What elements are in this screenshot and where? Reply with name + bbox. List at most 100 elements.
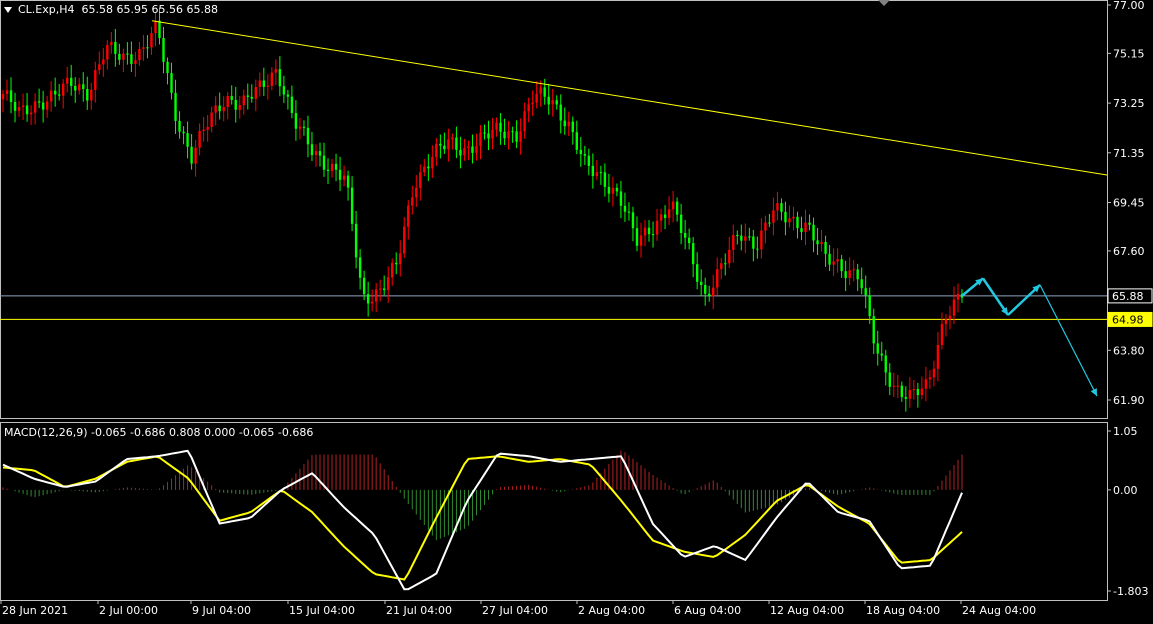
candle-body (1, 93, 5, 100)
dropdown-triangle-icon[interactable] (4, 7, 12, 13)
candle-body (342, 175, 346, 180)
candle-body (74, 85, 77, 91)
ohlc-values: 65.58 65.95 65.56 65.88 (81, 3, 218, 16)
candle-body (784, 211, 787, 223)
candle-body (358, 257, 362, 278)
candle-body (142, 47, 145, 49)
candle-body (174, 92, 177, 121)
candle-body (90, 89, 93, 101)
candle-body (780, 203, 783, 212)
candle-body (916, 389, 920, 396)
candle-body (439, 143, 442, 146)
candle-body (154, 20, 157, 34)
price-tick-label: 75.15 (1113, 47, 1145, 60)
candle-body (29, 112, 33, 115)
candle-body (17, 106, 21, 111)
candle-body (57, 94, 61, 96)
candle-body (294, 113, 298, 129)
candle-body (278, 69, 282, 87)
candle-body (222, 106, 225, 112)
candle-body (302, 126, 306, 128)
candle-body (768, 222, 771, 224)
candle-body (691, 243, 695, 265)
candle-body (130, 54, 133, 64)
price-tick-label: 69.45 (1113, 197, 1145, 210)
candle-body (728, 249, 731, 264)
candle-body (370, 301, 374, 304)
candle-body (760, 230, 763, 250)
candle-body (350, 187, 354, 224)
candle-body (491, 129, 494, 139)
candle-body (800, 228, 803, 233)
time-tick-label: 18 Aug 04:00 (866, 604, 940, 617)
candle-body (286, 94, 290, 97)
candle-body (306, 127, 310, 145)
candle-body (338, 169, 342, 180)
candle-body (254, 86, 257, 99)
candle-body (623, 205, 627, 212)
time-tick-label: 28 Jun 2021 (2, 604, 68, 617)
candle-body (599, 172, 603, 174)
candle-body (511, 131, 514, 133)
candle-body (832, 261, 835, 265)
candle-body (495, 122, 498, 130)
candle-body (607, 186, 611, 194)
candle-body (70, 77, 73, 86)
candle-body (25, 105, 29, 115)
candle-body (362, 277, 366, 295)
candle-body (635, 228, 639, 246)
time-tick-label: 24 Aug 04:00 (962, 604, 1036, 617)
price-tick-label: 63.80 (1113, 344, 1145, 357)
candle-body (647, 227, 651, 235)
trendline (151, 20, 1108, 176)
chart-window[interactable]: 77.00 75.15 73.25 71.35 69.45 67.60 63.80 61.90… (0, 0, 1153, 620)
candle-body (936, 344, 940, 369)
candle-body (595, 172, 599, 176)
candle-body (804, 222, 807, 233)
candle-body (150, 33, 153, 48)
candle-body (840, 259, 843, 272)
candle-body (322, 155, 326, 170)
candle-body (732, 235, 735, 250)
candle-body (427, 166, 430, 169)
candle-body (382, 288, 386, 290)
candle-body (186, 133, 189, 147)
candle-body (836, 259, 839, 262)
candle-body (796, 216, 799, 229)
candle-body (431, 157, 434, 169)
candle-body (266, 85, 270, 87)
candle-body (816, 240, 819, 245)
candle-body (146, 47, 149, 49)
candle-body (631, 212, 635, 229)
candle-body (443, 145, 446, 150)
candle-body (346, 175, 350, 188)
candle-body (242, 95, 245, 106)
candle-body (627, 211, 631, 213)
candle-body (258, 80, 262, 87)
candle-body (354, 223, 358, 258)
macd-signal-line (2, 455, 963, 581)
candle-body (651, 234, 655, 236)
candle-body (900, 385, 904, 398)
candle-body (868, 295, 871, 317)
candle-body (503, 131, 506, 139)
candle-body (158, 20, 161, 39)
candle-body (214, 105, 217, 113)
candle-body (479, 132, 482, 147)
candle-body (250, 96, 253, 99)
candle-body (663, 214, 667, 218)
candle-body (643, 227, 647, 236)
candle-body (896, 385, 899, 387)
chart-canvas[interactable]: 77.00 75.15 73.25 71.35 69.45 67.60 63.80 61.90… (0, 0, 1153, 620)
candle-body (756, 248, 759, 250)
candle-body (507, 131, 510, 139)
candle-body (230, 96, 233, 100)
time-tick-label: 2 Jul 00:00 (99, 604, 158, 617)
candle-body (615, 187, 619, 192)
candle-body (956, 293, 960, 300)
price-tick-label: 77.00 (1113, 0, 1145, 12)
candle-body (876, 343, 879, 354)
candle-body (210, 112, 213, 127)
candle-body (752, 236, 755, 249)
candle-body (944, 319, 948, 325)
